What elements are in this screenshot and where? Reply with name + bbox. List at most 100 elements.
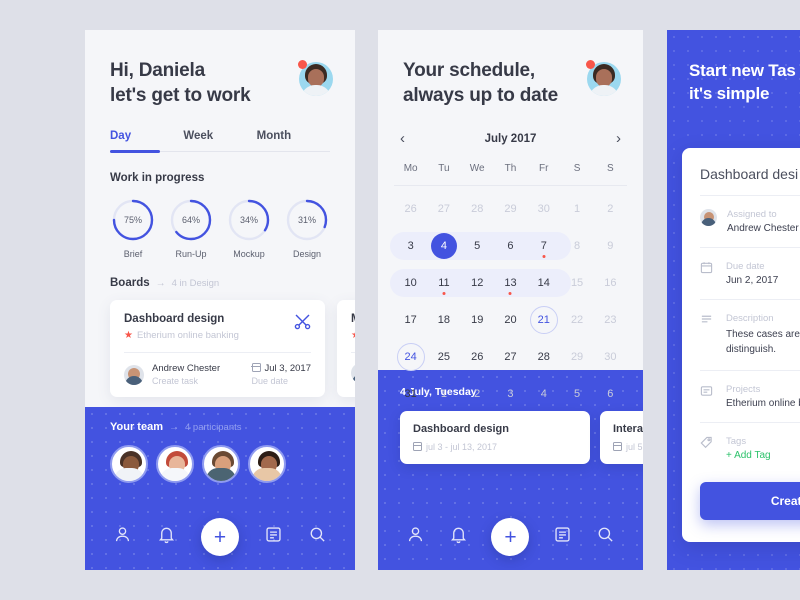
calendar-day[interactable]: 21 [527, 303, 560, 337]
calendar-grid[interactable]: 26 27 28 29 30 1 2 3 4 5 6 7 8 9 10 11 12 13 14 15 16 17 18 19 2… [390, 192, 627, 411]
calendar-day[interactable]: 7 [527, 229, 560, 263]
greeting-line-2: let's get to work [110, 85, 251, 107]
calendar-day[interactable]: 27 [494, 340, 527, 374]
calendar-day[interactable]: 10 [394, 266, 427, 300]
calendar-day[interactable]: 5 [560, 377, 593, 411]
create-task-button[interactable]: Create [700, 482, 800, 520]
field-value: These cases are pe easy to distinguish. [726, 329, 800, 355]
board-cards-strip[interactable]: Dashboard design ★ Etherium online banki… [85, 300, 355, 398]
nav-list-icon[interactable] [264, 525, 283, 549]
calendar-day[interactable]: 28 [461, 192, 494, 226]
calendar-day[interactable]: 6 [594, 377, 627, 411]
event-card[interactable]: Interaction jul 5 - jul 2 [600, 411, 643, 464]
next-month-button[interactable]: › [605, 130, 621, 147]
board-card[interactable]: M ★ [337, 300, 355, 398]
nav-search-icon[interactable] [596, 525, 615, 549]
team-avatar[interactable] [248, 445, 286, 483]
calendar-day[interactable]: 16 [594, 266, 627, 300]
field-value: Jun 2, 2017 [726, 275, 779, 286]
calendar-day[interactable]: 18 [427, 303, 460, 337]
team-avatar[interactable] [110, 445, 148, 483]
field-divider [700, 370, 800, 371]
calendar-day[interactable]: 30 [594, 340, 627, 374]
bottom-nav: + [85, 504, 355, 570]
tab-week[interactable]: Week [183, 130, 256, 142]
add-tag-button[interactable]: + Add Tag [726, 450, 771, 461]
event-title: Dashboard design [413, 423, 509, 435]
calendar-day[interactable]: 24 [394, 340, 427, 374]
team-avatar[interactable] [156, 445, 194, 483]
calendar-day[interactable]: 20 [494, 303, 527, 337]
team-avatars [85, 433, 355, 483]
field-label: Tags [726, 436, 747, 447]
assignee-avatar [351, 363, 355, 384]
calendar-day[interactable]: 1 [560, 192, 593, 226]
calendar-day[interactable]: 27 [427, 192, 460, 226]
event-card[interactable]: Dashboard design jul 3 - jul 13, 2017 [400, 411, 590, 464]
team-avatar[interactable] [202, 445, 240, 483]
description-icon [700, 313, 716, 331]
nav-profile-icon[interactable] [406, 525, 425, 549]
calendar-day[interactable]: 23 [594, 303, 627, 337]
field-label: Description [726, 313, 774, 324]
board-card[interactable]: Dashboard design ★ Etherium online banki… [110, 300, 325, 398]
field-projects[interactable]: Projects Etherium online bar [700, 384, 800, 409]
boards-arrow-icon: → [155, 278, 166, 290]
event-range: jul 5 - jul 2 [612, 442, 643, 452]
prev-month-button[interactable]: ‹ [400, 130, 416, 147]
calendar-week-row: 10 11 12 13 14 15 16 [390, 266, 627, 300]
tag-icon [700, 436, 716, 454]
add-fab-button[interactable]: + [200, 518, 239, 556]
calendar-day[interactable]: 25 [427, 340, 460, 374]
calendar-day[interactable]: 19 [461, 303, 494, 337]
calendar-day[interactable]: 3 [494, 377, 527, 411]
tools-icon[interactable] [294, 313, 311, 335]
calendar-day[interactable]: 8 [560, 229, 593, 263]
board-card-footer: Andrew Chester Create task Jul 3, 2017 D… [124, 363, 311, 386]
calendar-day[interactable]: 15 [560, 266, 593, 300]
calendar-day[interactable]: 29 [494, 192, 527, 226]
calendar-day[interactable]: 4 [527, 377, 560, 411]
calendar-day[interactable]: 2 [461, 377, 494, 411]
field-due-date[interactable]: Due date Jun 2, 2017 [700, 261, 800, 286]
calendar-day[interactable]: 4 [427, 229, 460, 263]
calendar-day[interactable]: 26 [461, 340, 494, 374]
calendar-day[interactable]: 13 [494, 266, 527, 300]
board-card-due: Jul 3, 2017 Due date [251, 363, 311, 387]
calendar-day[interactable]: 1 [427, 377, 460, 411]
nav-list-icon[interactable] [553, 525, 572, 549]
star-icon: ★ [124, 330, 133, 342]
nav-search-icon[interactable] [308, 525, 327, 549]
add-fab-button[interactable]: + [491, 518, 530, 556]
calendar-day[interactable]: 2 [594, 192, 627, 226]
calendar-day[interactable]: 12 [461, 266, 494, 300]
field-divider [700, 299, 800, 300]
calendar-day[interactable]: 22 [560, 303, 593, 337]
field-label: Assigned to [727, 209, 777, 220]
calendar-day[interactable]: 3 [394, 229, 427, 263]
field-assigned-to[interactable]: Assigned to Andrew Chester [700, 209, 800, 234]
tab-day[interactable]: Day [110, 130, 183, 142]
schedule-title-line-2: always up to date [403, 85, 558, 107]
nav-bell-icon[interactable] [157, 525, 176, 549]
calendar-day[interactable]: 6 [494, 229, 527, 263]
field-tags[interactable]: Tags + Add Tag [700, 436, 800, 461]
nav-profile-icon[interactable] [113, 525, 132, 549]
ring-track: 75% [111, 198, 155, 242]
board-card-project-label: Etherium online banking [136, 330, 239, 342]
tab-month[interactable]: Month [257, 130, 330, 142]
calendar-day[interactable]: 30 [527, 192, 560, 226]
nav-bell-icon[interactable] [449, 525, 468, 549]
calendar-day[interactable]: 9 [594, 229, 627, 263]
calendar-day[interactable]: 17 [394, 303, 427, 337]
calendar-day[interactable]: 5 [461, 229, 494, 263]
calendar-day[interactable]: 11 [427, 266, 460, 300]
calendar-day[interactable]: 26 [394, 192, 427, 226]
calendar-day[interactable]: 28 [527, 340, 560, 374]
calendar-day[interactable]: 14 [527, 266, 560, 300]
calendar-day[interactable]: 29 [560, 340, 593, 374]
calendar-day[interactable]: 31 [394, 377, 427, 411]
field-description[interactable]: Description These cases are pe easy to d… [700, 313, 800, 357]
task-title-input[interactable]: Dashboard desi [700, 166, 800, 182]
progress-rings: 75% Brief 64% Run-Up 34% Mockup 31% Design [107, 198, 333, 259]
